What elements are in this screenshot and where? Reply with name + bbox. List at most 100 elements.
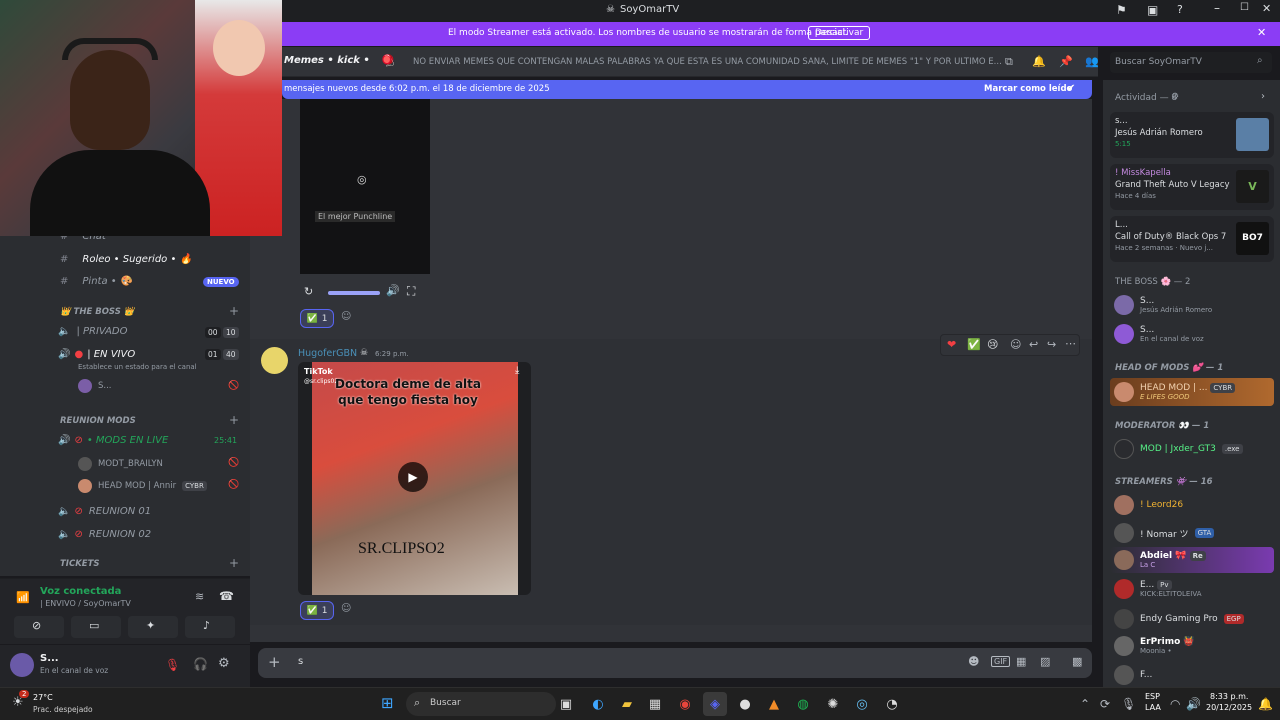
app-icon[interactable]: ▲ [762, 692, 786, 716]
app-icon[interactable]: ◔ [880, 692, 904, 716]
voice-channel-link[interactable]: | ENVIVO / SoyOmarTV [40, 599, 131, 608]
more-icon[interactable]: ⋯ [1065, 337, 1076, 350]
voice-user[interactable]: HEAD MOD | Annir CYBR [78, 479, 207, 493]
cry-emoji-icon[interactable]: 😢 [987, 338, 998, 351]
minimize-button[interactable]: – [1214, 1, 1220, 15]
heart-icon[interactable]: ❤ [947, 338, 956, 351]
pin-icon[interactable]: 📌 [1059, 55, 1073, 68]
help-icon[interactable]: ? [1177, 3, 1183, 16]
clock-time[interactable]: 8:33 p.m. [1210, 692, 1248, 701]
sync-icon[interactable]: ⟳ [1100, 697, 1110, 711]
screenshare-button[interactable]: ▭ [71, 616, 121, 638]
scrollbar[interactable] [1096, 587, 1100, 605]
chevron-right-icon[interactable]: › [1261, 91, 1265, 102]
check-icon[interactable]: ✅ [967, 338, 981, 351]
channel-status[interactable]: Establece un estado para el canal [78, 363, 197, 371]
edge-icon[interactable]: ◐ [586, 692, 610, 716]
app-icon[interactable]: ✺ [821, 692, 845, 716]
activity-card[interactable]: L... Call of Duty® Black Ops 7 Hace 2 se… [1110, 216, 1274, 262]
gif-icon[interactable]: GIF [991, 656, 1011, 667]
weather-temp[interactable]: 27°C [33, 693, 53, 702]
category-reunion[interactable]: REUNION MODS [60, 416, 136, 426]
add-reaction-icon[interactable]: ☺ [341, 603, 351, 614]
voice-channel-reunion-01[interactable]: 🔈 ⊘ REUNION 01 [58, 501, 151, 521]
channel-pinta[interactable]: # Pinta • 🎨 [46, 271, 132, 291]
video-embed[interactable]: ◎ El mejor Punchline [300, 99, 430, 274]
activity-button[interactable]: ✦ [128, 616, 178, 638]
category-boss[interactable]: 👑 THE BOSS 👑 [60, 307, 134, 317]
avatar[interactable] [261, 347, 288, 374]
activity-card[interactable]: ! MissKapella Grand Theft Auto V Legacy … [1110, 164, 1274, 210]
apps-icon[interactable]: ▩ [1072, 655, 1082, 668]
fullscreen-icon[interactable]: ⛶ [407, 284, 415, 299]
chrome-icon[interactable]: ◉ [673, 692, 697, 716]
member-item[interactable]: Abdiel 🎀 Re La C [1110, 547, 1274, 573]
mark-read-button[interactable]: Marcar como leído [984, 84, 1072, 94]
volume-slider[interactable] [328, 291, 380, 295]
mic-muted-icon[interactable]: 🎙 [165, 658, 180, 672]
settings-gear-icon[interactable]: ⚙ [1171, 92, 1179, 102]
add-channel-icon[interactable]: + [229, 304, 239, 318]
channel-roleo[interactable]: # Roleo • Sugerido • 🔥 [46, 249, 192, 269]
add-channel-icon[interactable]: + [229, 413, 239, 427]
volume-icon[interactable]: 🔊 [1186, 697, 1201, 711]
discord-icon[interactable]: ◈ [703, 692, 727, 716]
message-input[interactable]: + s ☻ GIF ▦ ▨ ▩ [258, 648, 1092, 678]
headphones-icon[interactable]: 🎧 [193, 657, 208, 671]
reply-icon[interactable]: ↩ [1029, 338, 1038, 351]
settings-gear-icon[interactable]: ⚙ [218, 656, 230, 671]
member-item[interactable]: ! Nomar ツ GTA [1114, 522, 1215, 544]
threads-icon[interactable]: ⧉ [1005, 55, 1013, 69]
soundboard-button[interactable]: ♪ [185, 616, 235, 638]
voice-channel-privado[interactable]: 🔈 | PRIVADO [58, 321, 128, 341]
search-input[interactable]: Buscar SoyOmarTV ⌕ [1110, 52, 1272, 73]
voice-user[interactable]: S... [78, 379, 112, 393]
category-tickets[interactable]: TICKETS [60, 559, 100, 569]
reaction-check[interactable]: ✅ 1 [300, 601, 334, 620]
forward-icon[interactable]: ↪ [1047, 338, 1056, 351]
language-indicator[interactable]: ESP [1145, 692, 1160, 701]
file-explorer-icon[interactable]: ▰ [615, 692, 639, 716]
add-reaction-icon[interactable]: ☺ [341, 311, 351, 322]
reaction-check[interactable]: ✅ 1 [300, 309, 334, 328]
replay-icon[interactable]: ↻ [304, 285, 313, 298]
voice-channel-reunion-02[interactable]: 🔈 ⊘ REUNION 02 [58, 524, 151, 544]
member-item[interactable]: ! Leord26 [1114, 494, 1183, 516]
member-item[interactable]: Endy Gaming Pro EGP [1114, 608, 1244, 630]
taskbar-search[interactable]: ⌕ Buscar [406, 692, 556, 716]
maximize-button[interactable]: ☐ [1240, 2, 1249, 13]
volume-icon[interactable]: 🔊 [386, 284, 400, 297]
obs-icon[interactable]: ● [733, 692, 757, 716]
image-icon[interactable]: ▨ [1040, 655, 1050, 668]
voice-user[interactable]: MODT_BRAILYN [78, 457, 163, 471]
member-item[interactable]: HEAD MOD | ... CYBR E LIFES GOOD [1110, 378, 1274, 406]
sticker-icon[interactable]: ▦ [1016, 655, 1026, 668]
voice-channel-mods-live[interactable]: 🔊 ⊘ • MODS EN LIVE [58, 430, 168, 450]
windows-start-icon[interactable]: ⊞ [381, 694, 394, 712]
avatar[interactable] [10, 653, 34, 677]
add-channel-icon[interactable]: + [229, 556, 239, 570]
disconnect-icon[interactable]: ☎ [219, 589, 234, 603]
screen-icon[interactable]: ▣ [1147, 3, 1158, 17]
store-icon[interactable]: ▦ [643, 692, 667, 716]
member-item[interactable]: S... Jesús Adrián Romero [1114, 294, 1212, 316]
member-item[interactable]: E... Pv KICK:ELTITOLEIVA [1114, 578, 1202, 600]
inbox-icon[interactable]: ⚑ [1116, 3, 1127, 17]
download-icon[interactable]: ⤓ [515, 365, 519, 376]
new-messages-bar[interactable]: mensajes nuevos desde 6:02 p.m. el 18 de… [282, 80, 1092, 99]
bell-icon[interactable]: 🔔 [1032, 55, 1046, 68]
notifications-icon[interactable]: 🔔 [1258, 697, 1273, 711]
task-view-icon[interactable]: ▣ [554, 692, 578, 716]
wifi-icon[interactable]: ◠ [1170, 697, 1180, 711]
noise-icon[interactable]: ≋ [195, 590, 204, 603]
member-item[interactable]: MOD | Jxder_GT3 .exe [1114, 438, 1243, 460]
members-icon[interactable]: 👥 [1085, 55, 1099, 68]
camera-button[interactable]: ⊘ [14, 616, 64, 638]
add-attachment-icon[interactable]: + [268, 653, 281, 671]
steam-icon[interactable]: ◎ [850, 692, 874, 716]
close-button[interactable]: ✕ [1262, 2, 1271, 15]
voice-channel-envivo[interactable]: 🔊 ● | EN VIVO [58, 344, 135, 364]
spotify-icon[interactable]: ◍ [791, 692, 815, 716]
chevron-up-icon[interactable]: ⌃ [1080, 697, 1090, 711]
tiktok-video[interactable]: TikTok @sr.clips02 Doctora deme de alta … [298, 362, 531, 595]
